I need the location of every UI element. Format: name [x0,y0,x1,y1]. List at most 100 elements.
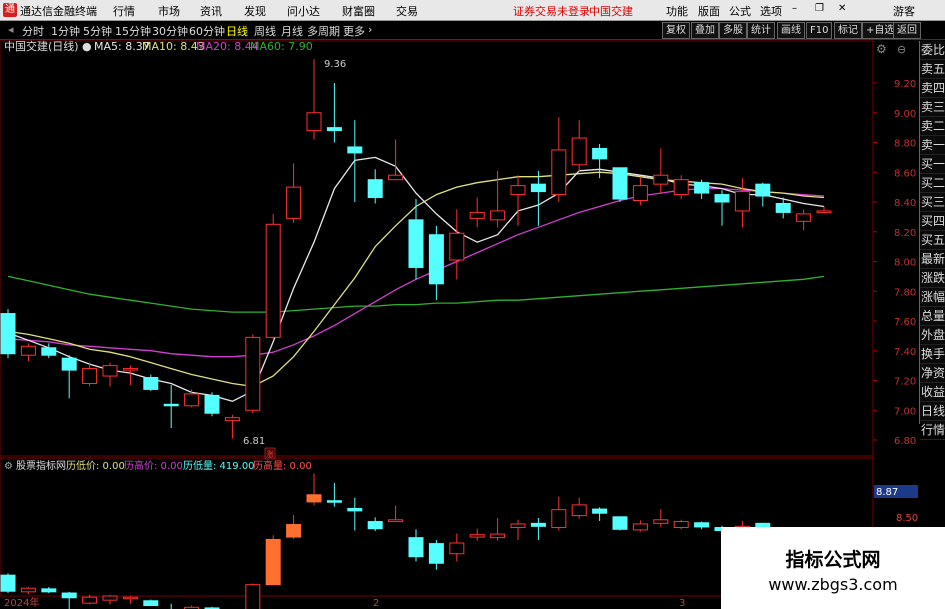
candle-body [755,183,771,197]
candle-body [224,417,240,422]
sub-settings-icon[interactable]: ⚙ [4,461,13,472]
candle-body [408,219,424,268]
settings-gear-icon[interactable]: ⚙ [876,42,887,56]
candle-body [367,179,383,199]
panel-item[interactable]: 买一 [920,155,945,174]
date-label-mar: 3 [679,598,685,609]
sub-bar [530,522,546,527]
panel-item[interactable]: 换手 [920,345,945,364]
panel-item[interactable]: 涨跌 [920,269,945,288]
candle-body [632,185,648,202]
panel-item[interactable]: 总量 [920,307,945,326]
candle-body [61,357,77,371]
panel-item[interactable]: 卖二 [920,117,945,136]
sub-high-vol: 历高量: 0.00 [253,459,312,472]
candle-body [0,313,16,355]
sub-bar [286,524,302,538]
candle-body [571,137,587,166]
candle-body [122,368,138,371]
candle-body [510,185,526,196]
candle-body [734,191,750,212]
sub-indicator-series [0,473,832,609]
candle-body [530,183,546,193]
candle-body [714,194,730,203]
candle-body [428,234,444,285]
candle-body [469,211,485,219]
candle-body [143,377,159,390]
panel-item[interactable]: 卖一 [920,136,945,155]
candle-body [490,210,506,221]
price-tick-label: 8.60 [894,168,916,179]
price-axis: 9.20 9.00 8.80 8.60 8.40 8.20 8.00 7.80 7.60 7.40… [873,79,916,447]
candle-body [41,347,57,356]
sub-bar [0,574,16,592]
watermark-title: 指标公式网 [785,549,881,571]
sub-bar [82,596,98,604]
candle-body [816,210,832,213]
sub-bar [551,509,567,529]
price-tick-label: 7.60 [894,317,916,328]
sub-bar [41,588,57,593]
max-price-annotation: 9.36 [324,59,346,70]
panel-item[interactable]: 收益 [920,383,945,402]
header-circle-icon[interactable]: ● [82,40,92,53]
kline-chart[interactable]: 9.20 9.00 8.80 8.60 8.40 8.20 8.00 7.80 7.60 7.40… [0,0,945,609]
sub-bar [510,523,526,529]
panel-item[interactable]: 卖三 [920,98,945,117]
candle-body [775,202,791,213]
sub-bar [469,534,485,538]
price-tick-label: 8.20 [894,228,916,239]
candle-body [592,147,608,160]
sub-bar [490,533,506,539]
sub-high-price: 历高价: 0.00 [124,459,183,472]
sub-bar [265,538,281,586]
sub-bar [653,519,669,524]
panel-item[interactable]: 买五 [920,231,945,250]
sub-bar [367,521,383,530]
sub-bar [347,507,363,512]
panel-item[interactable]: 买三 [920,193,945,212]
panel-item[interactable]: 日线 [920,402,945,421]
candle-body [163,403,179,407]
sub-bar [122,596,138,600]
price-tick-label: 7.00 [894,406,916,417]
candle-body [388,174,404,181]
sub-bar [592,508,608,514]
candle-body [551,149,567,196]
candle-body [82,368,98,384]
sub-bar [388,519,404,523]
price-tick-label: 6.80 [894,436,916,447]
panel-item[interactable]: 买二 [920,174,945,193]
price-tick-label: 7.20 [894,377,916,388]
sub-axis-highlight: 8.87 [876,487,898,498]
sub-bar [306,494,322,503]
watermark-overlay: 指标公式网 www.zbgs3.com [721,527,945,609]
panel-item[interactable]: 买四 [920,212,945,231]
chart-frame [0,40,874,597]
panel-item[interactable]: 委比 [920,41,945,60]
sub-bar [245,584,261,609]
sub-bar [612,516,628,530]
chart-minus-icon[interactable]: ⊖ [897,43,906,56]
panel-item[interactable]: 外盘 [920,326,945,345]
candle-body [326,127,342,132]
sub-bar [61,592,77,599]
panel-item[interactable]: 卖四 [920,79,945,98]
panel-item[interactable]: 行情 [920,421,945,440]
price-tick-label: 8.40 [894,198,916,209]
candle-body [796,213,812,222]
ma60-line [7,275,825,313]
sub-bar [449,542,465,555]
panel-item[interactable]: 净资 [920,364,945,383]
sub-indicator-name: 股票指标网 [16,459,66,472]
chart-stock-label: 中国交建(日线) [4,39,79,53]
quote-side-panel: 委比 卖五 卖四 卖三 卖二 卖一 买一 买二 买三 买四 买五 最新 涨跌 涨… [919,41,945,440]
panel-item[interactable]: 卖五 [920,60,945,79]
panel-item[interactable]: 涨幅 [920,288,945,307]
candle-body [612,167,628,200]
candle-body [694,182,710,194]
price-tick-label: 8.00 [894,258,916,269]
candle-body [306,112,322,132]
sub-low-price: 历低价: 0.00 [66,459,125,472]
panel-item[interactable]: 最新 [920,250,945,269]
